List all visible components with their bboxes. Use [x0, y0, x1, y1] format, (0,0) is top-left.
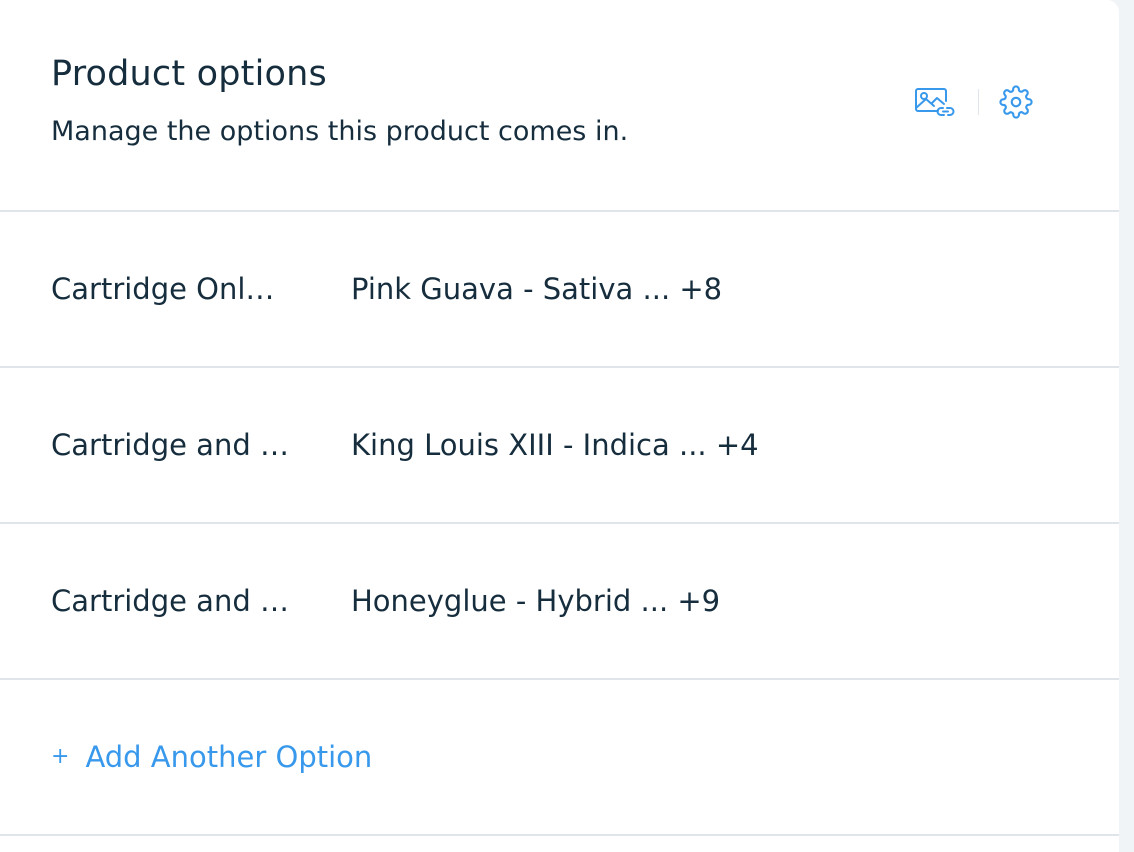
gear-icon — [999, 85, 1033, 119]
actions-divider — [978, 89, 979, 115]
settings-button[interactable] — [993, 82, 1039, 122]
option-name: Cartridge Onl… — [51, 272, 275, 306]
option-row[interactable]: Cartridge and … Honeyglue - Hybrid ... +… — [0, 524, 1119, 678]
card-header: Product options Manage the options this … — [0, 0, 1119, 210]
plus-icon: + — [51, 744, 70, 769]
add-another-option-button[interactable]: + Add Another Option — [51, 736, 372, 778]
image-link-button[interactable] — [912, 82, 958, 122]
add-option-label: Add Another Option — [85, 740, 373, 774]
header-actions — [912, 82, 1039, 122]
section-title: Product options — [51, 54, 327, 94]
divider — [0, 834, 1119, 836]
option-name: Cartridge and … — [51, 428, 289, 462]
option-values: Pink Guava - Sativa ... +8 — [351, 272, 723, 306]
divider — [0, 678, 1119, 680]
option-name: Cartridge and … — [51, 584, 289, 618]
option-row[interactable]: Cartridge and … King Louis XIII - Indica… — [0, 368, 1119, 522]
product-options-card: Product options Manage the options this … — [0, 0, 1119, 852]
option-values: Honeyglue - Hybrid ... +9 — [351, 584, 721, 618]
option-values: King Louis XIII - Indica ... +4 — [351, 428, 759, 462]
image-link-icon — [915, 88, 955, 116]
section-subtitle: Manage the options this product comes in… — [51, 116, 629, 147]
option-row[interactable]: Cartridge Onl… Pink Guava - Sativa ... +… — [0, 212, 1119, 366]
